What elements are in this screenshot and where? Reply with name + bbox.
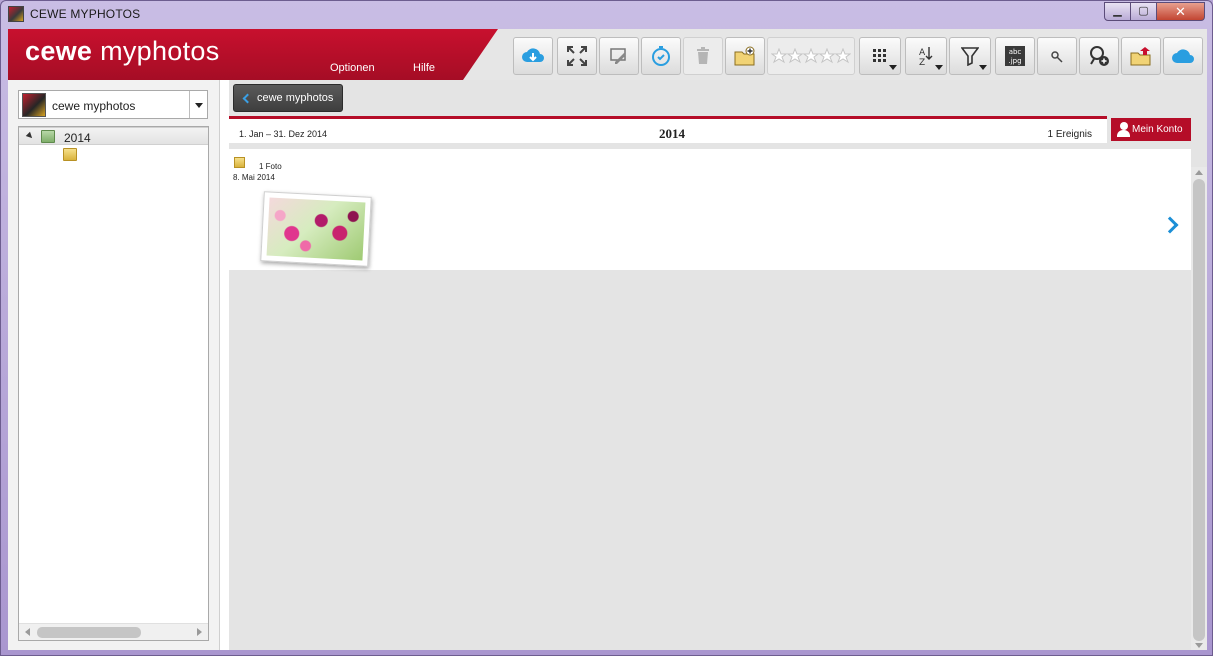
export-icon <box>1130 47 1151 66</box>
title-bar[interactable]: CEWE MYPHOTOS ▁ ▢ ✕ <box>1 1 1212 27</box>
app-header: cewe myphotos Optionen Hilfe A Z abc .jp… <box>8 29 1207 80</box>
edit-icon <box>610 48 626 64</box>
event-folder-icon <box>234 157 245 168</box>
year-header: 1. Jan – 31. Dez 2014 2014 1 Ereignis <box>229 116 1107 143</box>
event-date: 8. Mai 2014 <box>233 173 275 182</box>
filename-button[interactable]: abc .jpg <box>995 37 1035 75</box>
scroll-up-icon[interactable] <box>1195 170 1203 175</box>
dropdown-arrow-icon[interactable] <box>189 91 207 118</box>
sort-az-icon: AZ <box>919 47 933 67</box>
scroll-left-icon[interactable] <box>25 628 30 636</box>
face-search-button[interactable] <box>1037 37 1077 75</box>
event-count: 1 Ereignis <box>1047 129 1092 140</box>
back-button-label: cewe myphotos <box>257 92 334 104</box>
tree-item-2014[interactable]: 2014 <box>19 127 208 145</box>
chevron-down-icon <box>979 65 987 70</box>
trash-icon <box>697 47 709 64</box>
year-title: 2014 <box>659 126 685 141</box>
date-range: 1. Jan – 31. Dez 2014 <box>239 129 328 139</box>
timer-icon <box>652 46 670 66</box>
brand-bar: cewe myphotos Optionen Hilfe <box>8 29 498 80</box>
scroll-thumb[interactable] <box>1193 179 1205 641</box>
tree-item-label: 2014 <box>64 131 91 145</box>
scroll-thumb[interactable] <box>37 627 141 638</box>
tree-item-subfolder[interactable] <box>19 146 208 164</box>
main-pane: cewe myphotos 1. Jan – 31. Dez 2014 2014… <box>229 80 1207 650</box>
vertical-scrollbar[interactable] <box>1191 167 1207 650</box>
rating-button[interactable] <box>767 37 855 75</box>
svg-text:abc: abc <box>1009 48 1022 56</box>
close-button[interactable]: ✕ <box>1156 2 1205 21</box>
my-account-button[interactable]: Mein Konto <box>1111 118 1191 141</box>
app-logo: cewe myphotos <box>25 36 220 66</box>
horizontal-scrollbar[interactable] <box>19 623 208 640</box>
back-button[interactable]: cewe myphotos <box>233 84 343 112</box>
flower-photo <box>266 197 366 261</box>
folder-tree: 2014 <box>18 126 209 641</box>
photo-count: 1 Foto <box>259 162 282 171</box>
source-label: cewe myphotos <box>52 99 136 113</box>
cloud-download-icon <box>522 48 544 62</box>
event-panel: 1 Foto 8. Mai 2014 <box>229 149 1191 270</box>
app-icon <box>8 6 24 22</box>
export-button[interactable] <box>1121 37 1161 75</box>
scroll-down-icon[interactable] <box>1195 643 1203 648</box>
filter-button[interactable] <box>949 37 991 75</box>
rating-stars-icon <box>771 48 851 64</box>
expand-icon[interactable] <box>25 131 35 141</box>
sort-button[interactable]: AZ <box>905 37 947 75</box>
cloud-icon <box>1172 49 1194 63</box>
svg-text:.jpg: .jpg <box>1008 57 1021 65</box>
new-folder-icon <box>734 46 755 66</box>
menu-hilfe[interactable]: Hilfe <box>413 62 435 74</box>
add-person-icon <box>1090 46 1109 66</box>
fullscreen-icon <box>567 46 587 66</box>
window-title: CEWE MYPHOTOS <box>30 7 141 21</box>
edit-button[interactable] <box>599 37 639 75</box>
client-area: cewe myphotos Optionen Hilfe A Z abc .jp… <box>8 29 1207 650</box>
left-pane: cewe myphotos 2014 <box>8 80 220 650</box>
person-icon <box>1117 122 1130 137</box>
folder-icon <box>41 130 55 143</box>
fullscreen-button[interactable] <box>557 37 597 75</box>
add-person-button[interactable] <box>1079 37 1119 75</box>
folder-icon <box>63 148 77 161</box>
import-button[interactable] <box>513 37 553 75</box>
delete-button[interactable] <box>683 37 723 75</box>
menu-optionen[interactable]: Optionen <box>330 62 375 74</box>
chevron-right-icon[interactable] <box>1161 216 1179 234</box>
maximize-button[interactable]: ▢ <box>1130 2 1157 21</box>
my-account-label: Mein Konto <box>1132 124 1183 135</box>
person-search-icon <box>1051 51 1063 63</box>
chevron-down-icon <box>889 65 897 70</box>
chevron-left-icon <box>242 93 253 103</box>
svg-text:A: A <box>919 48 926 58</box>
chevron-down-icon <box>935 65 943 70</box>
view-mode-button[interactable] <box>859 37 901 75</box>
new-folder-button[interactable] <box>725 37 765 75</box>
scroll-right-icon[interactable] <box>197 628 202 636</box>
app-window: CEWE MYPHOTOS ▁ ▢ ✕ cewe myphotos Option… <box>0 0 1213 656</box>
photo-thumbnail[interactable] <box>260 191 372 267</box>
timer-button[interactable] <box>641 37 681 75</box>
grid-view-icon <box>873 49 886 62</box>
cloud-button[interactable] <box>1163 37 1203 75</box>
filter-icon <box>961 47 979 66</box>
filename-icon: abc.jpg <box>1005 46 1025 66</box>
minimize-button[interactable]: ▁ <box>1104 2 1131 21</box>
svg-text:Z: Z <box>919 58 925 67</box>
source-dropdown[interactable]: cewe myphotos <box>18 90 208 119</box>
source-logo-icon <box>22 93 46 117</box>
